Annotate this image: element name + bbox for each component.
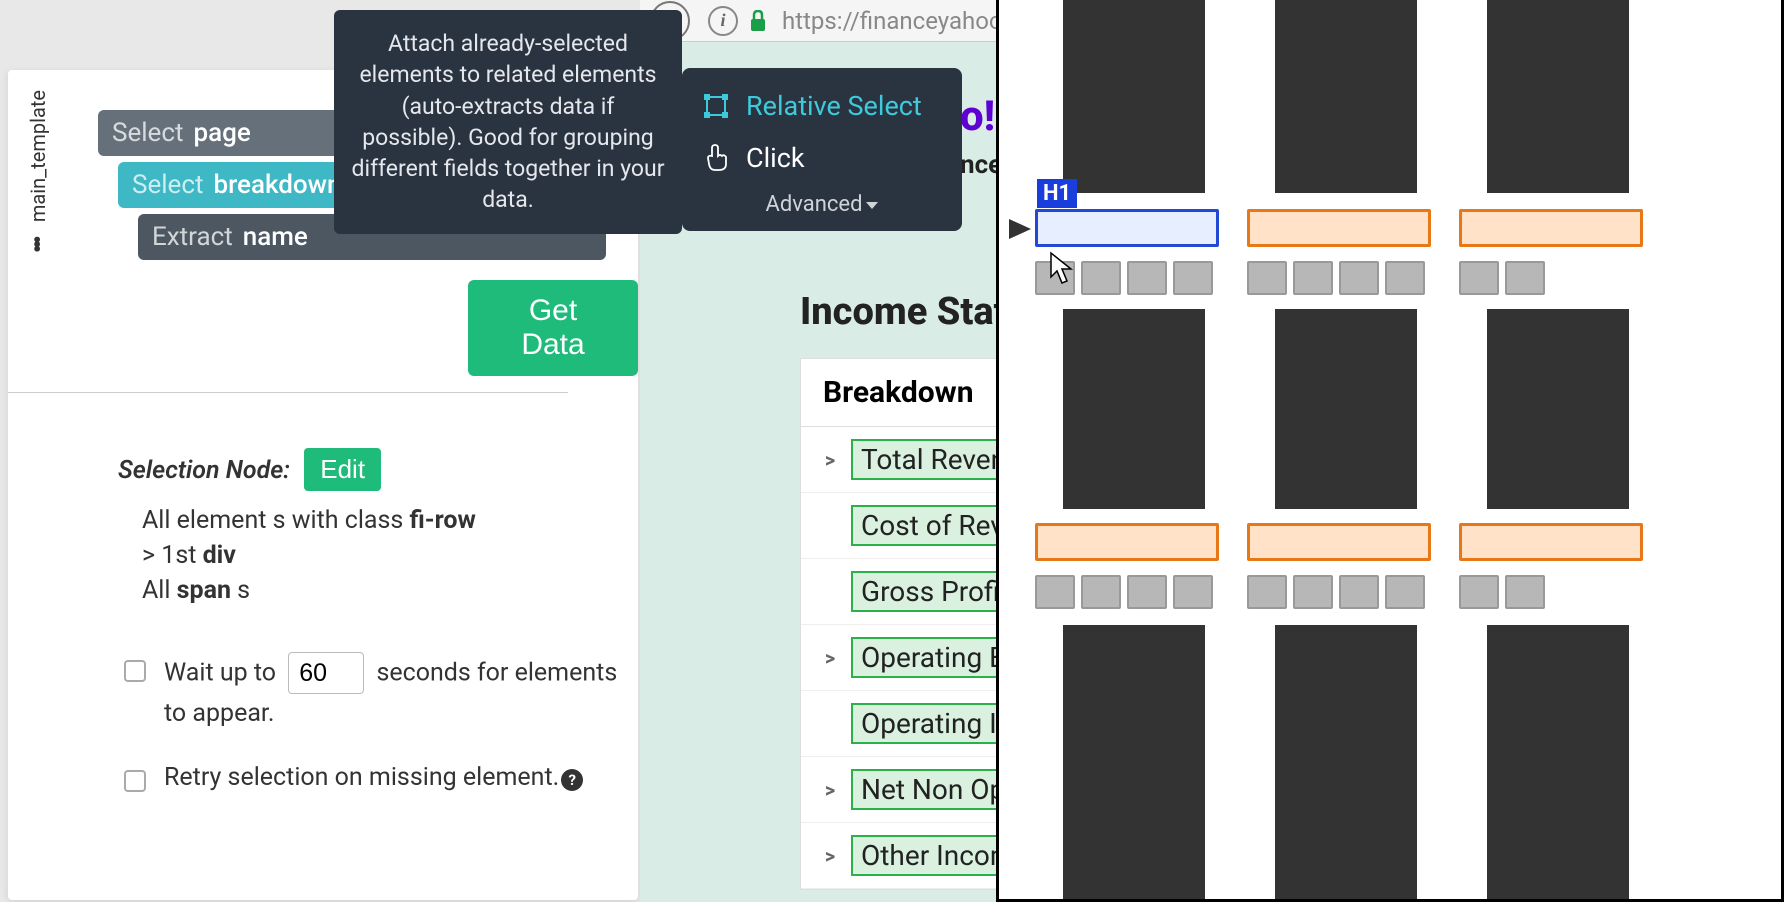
- divider: [8, 392, 568, 393]
- wait-option-row: Wait up to seconds for elements to appea…: [124, 652, 628, 734]
- retry-checkbox[interactable]: [124, 770, 146, 792]
- retry-option-row: Retry selection on missing element.?: [124, 762, 628, 792]
- relative-select-icon: [702, 92, 730, 120]
- chevron-right-icon[interactable]: >: [817, 844, 843, 868]
- wireframe-overlay: H1: [996, 0, 1784, 902]
- advanced-toggle[interactable]: Advanced: [682, 184, 962, 221]
- tree-verb: Select: [132, 170, 203, 200]
- lock-icon: [748, 9, 768, 33]
- chevron-right-icon[interactable]: >: [817, 448, 843, 472]
- page-title: Income Stat: [800, 290, 1007, 334]
- arrow-icon: [1009, 219, 1031, 239]
- relative-select-action[interactable]: Relative Select: [682, 80, 962, 132]
- wait-seconds-input[interactable]: [288, 652, 364, 694]
- selection-node-heading: Selection Node:: [118, 456, 290, 485]
- tree-target: page: [193, 118, 250, 148]
- click-action[interactable]: Click: [682, 132, 962, 184]
- more-dots-icon[interactable]: •••: [24, 239, 52, 253]
- tree-verb: Select: [112, 118, 183, 148]
- template-tab[interactable]: ••• main_template: [28, 90, 48, 260]
- edit-button[interactable]: Edit: [304, 448, 381, 491]
- template-tab-label: main_template: [26, 90, 50, 222]
- selection-node-panel: Selection Node: Edit All element s with …: [118, 448, 628, 792]
- row-label: Gross Profit: [851, 571, 1019, 612]
- get-data-button[interactable]: Get Data: [468, 280, 638, 376]
- chevron-right-icon[interactable]: >: [817, 646, 843, 670]
- cursor-icon: [1049, 251, 1075, 289]
- action-label: Relative Select: [746, 90, 922, 122]
- h1-tag-badge: H1: [1037, 179, 1077, 208]
- info-icon[interactable]: i: [708, 6, 738, 36]
- click-icon: [702, 144, 730, 172]
- tree-target: name: [243, 222, 308, 252]
- action-label: Click: [746, 142, 805, 174]
- tree-verb: Extract: [152, 222, 233, 252]
- selection-description: All element s with class fi-row > 1st di…: [142, 503, 628, 608]
- chevron-down-icon: [866, 202, 878, 209]
- action-menu: Relative Select Click Advanced: [682, 68, 962, 231]
- chevron-right-icon[interactable]: >: [817, 778, 843, 802]
- tree-target: breakdown: [213, 170, 341, 200]
- help-icon[interactable]: ?: [561, 769, 583, 791]
- yahoo-logo: o!: [960, 92, 995, 141]
- wait-checkbox[interactable]: [124, 660, 146, 682]
- relative-select-tooltip: Attach already-selected elements to rela…: [334, 10, 682, 234]
